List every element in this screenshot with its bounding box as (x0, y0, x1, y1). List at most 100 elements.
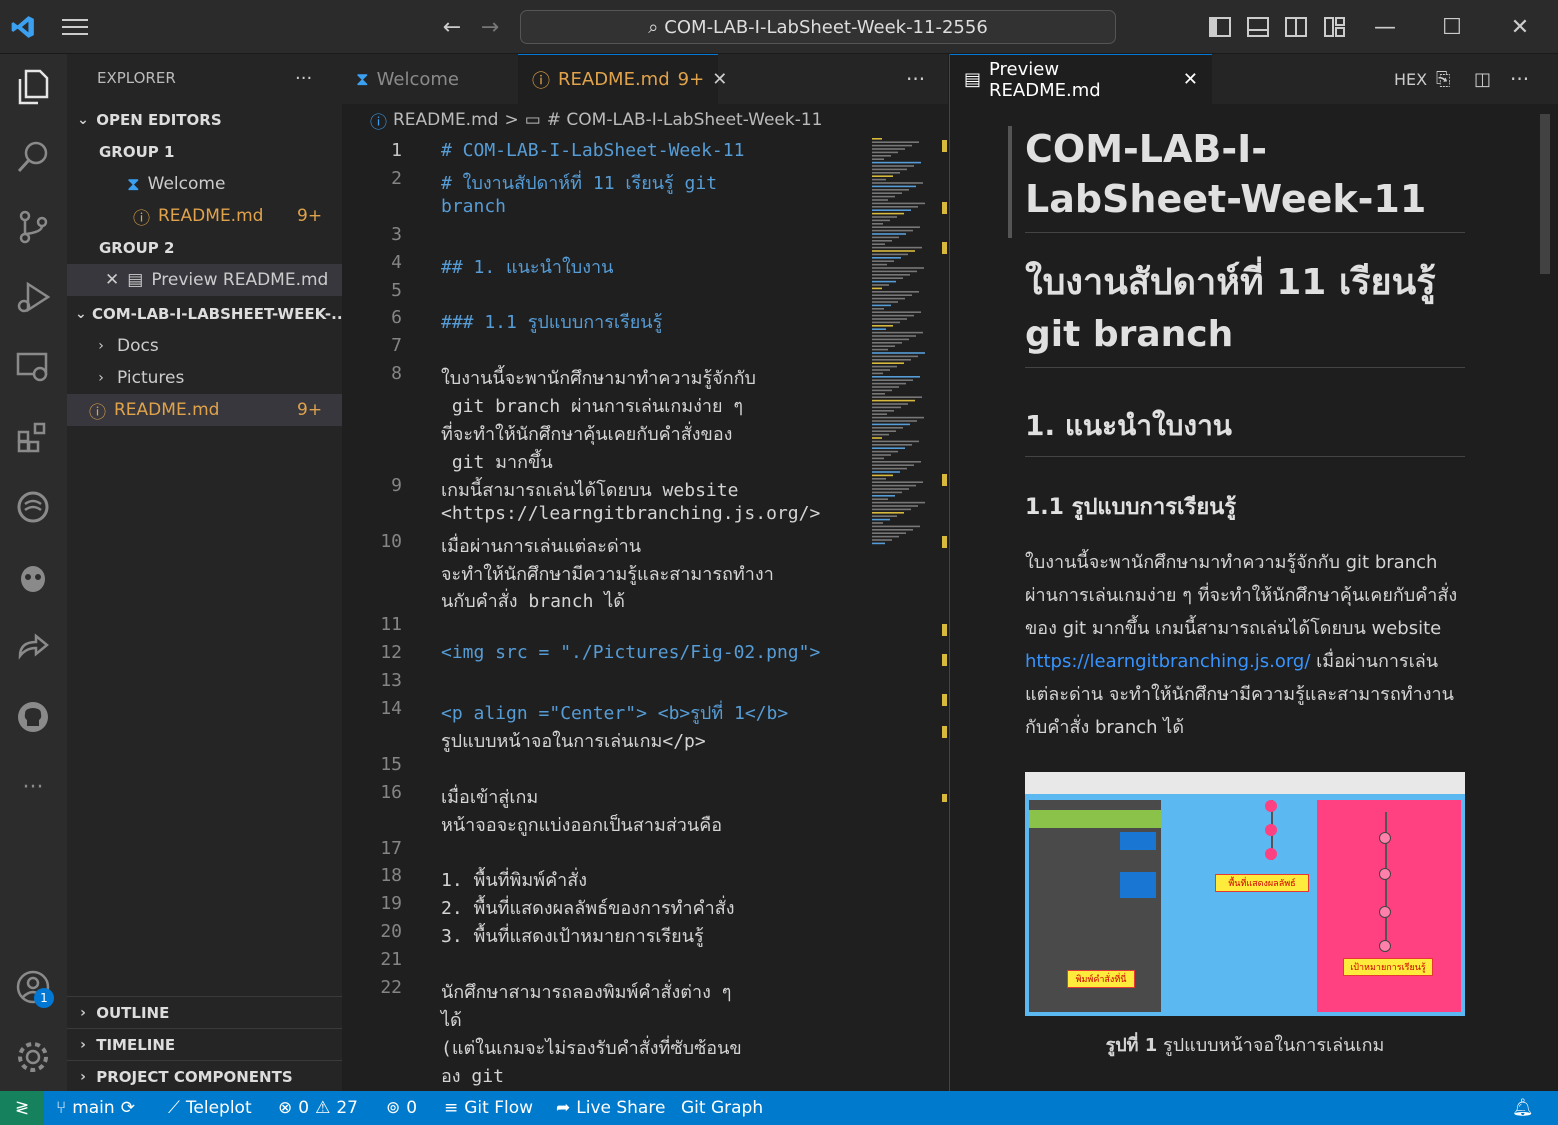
tab-preview[interactable]: ▤ Preview README.md ✕ (950, 54, 1212, 104)
explorer-icon[interactable] (10, 64, 56, 110)
code-line[interactable]: 1. พื้นที่พิมพ์คำสั่ง (441, 865, 587, 894)
toggle-sidebar-icon[interactable] (1205, 12, 1235, 42)
search-icon[interactable] (10, 134, 56, 180)
menu-icon[interactable] (60, 12, 90, 42)
code-line[interactable]: <p align ="Center"> <b>รูปที่ 1</b> (441, 698, 788, 727)
teleplot-item[interactable]: ⟋ Teleplot (168, 1091, 252, 1125)
forward-arrow-icon[interactable]: → (475, 12, 505, 42)
code-line[interactable]: เมื่อเข้าสู่เกม (441, 782, 538, 811)
code-line[interactable]: นกับคำสั่ง branch ได้ (441, 586, 625, 615)
toggle-secondary-sidebar-icon[interactable] (1281, 12, 1311, 42)
tab-welcome[interactable]: ⧗ Welcome (342, 54, 517, 104)
open-editor-welcome[interactable]: ⧗ Welcome (67, 168, 342, 200)
file-readme[interactable]: ⓘ README.md 9+ (67, 394, 342, 426)
timeline-panel[interactable]: › TIMELINE (67, 1028, 342, 1060)
outline-panel[interactable]: › OUTLINE (67, 996, 342, 1028)
code-line[interactable]: git branch ผ่านการเล่นเกมง่าย ๆ (441, 391, 743, 420)
code-line[interactable]: <img src = "./Pictures/Fig-02.png"> (441, 642, 820, 663)
customize-layout-icon[interactable] (1320, 12, 1350, 42)
preview-more-icon[interactable]: ··· (1496, 54, 1543, 104)
minimap-line (872, 501, 925, 504)
open-editor-preview[interactable]: ✕ ▤ Preview README.md (67, 264, 342, 296)
folder-header[interactable]: ⌄ COM-LAB-I-LABSHEET-WEEK-... (67, 298, 348, 330)
more-views-icon[interactable]: ··· (10, 764, 56, 810)
remote-explorer-icon[interactable] (10, 344, 56, 390)
accounts-icon[interactable]: 1 (10, 964, 56, 1010)
minimap-line (872, 416, 924, 419)
scrollbar[interactable] (1540, 114, 1550, 274)
code-line[interactable]: หน้าจอจะถูกแบ่งออกเป็นสามส่วนคือ (441, 810, 722, 839)
toggle-panel-icon[interactable] (1243, 12, 1273, 42)
code-line[interactable]: ## 1. แนะนำใบงาน (441, 252, 613, 281)
notifications-bell-icon[interactable]: 🔔︎ (1512, 1091, 1534, 1125)
chevron-right-icon: › (80, 1068, 86, 1085)
line-number: 11 (380, 614, 402, 636)
code-line[interactable]: # ใบงานสัปดาห์ที่ 11 เรียนรู้ git (441, 168, 717, 197)
project-components-panel[interactable]: › PROJECT COMPONENTS (67, 1060, 342, 1092)
open-editor-readme[interactable]: ⓘ README.md 9+ (67, 200, 342, 232)
minimize-icon[interactable]: — (1370, 12, 1400, 42)
command-center[interactable]: ⌕ COM-LAB-I-LabSheet-Week-11-2556 (520, 10, 1116, 44)
close-icon[interactable]: ✕ (1183, 69, 1198, 90)
code-line[interactable]: 2. พื้นที่แสดงผลลัพธ์ของการทำคำสั่ง (441, 893, 735, 922)
editor-more-icon[interactable]: ··· (892, 54, 939, 104)
ports-indicator[interactable]: ⊚ 0 (386, 1091, 417, 1125)
code-line[interactable]: <https://learngitbranching.js.org/> (441, 503, 820, 524)
sync-icon[interactable]: ⟳ (121, 1098, 135, 1118)
minimap-line (872, 175, 893, 177)
explorer-title-text: EXPLORER (97, 69, 176, 87)
code-line[interactable]: ที่จะทำให้นักศึกษาคุ้นเคยกับคำสั่งของ (441, 419, 732, 448)
goal-node (1379, 832, 1391, 844)
group2-label: GROUP 2 (99, 239, 175, 257)
code-line[interactable]: เมื่อผ่านการเล่นแต่ละด่าน (441, 531, 641, 560)
breadcrumb-symbol[interactable]: # COM-LAB-I-LabSheet-Week-11 (547, 110, 823, 130)
folder-pictures[interactable]: › Pictures (67, 362, 342, 394)
code-line[interactable]: 3. พื้นที่แสดงเป้าหมายการเรียนรู้ (441, 921, 704, 950)
gitflow-item[interactable]: ≡ Git Flow (444, 1091, 533, 1125)
code-line[interactable]: ### 1.1 รูปแบบการเรียนรู้ (441, 307, 662, 336)
code-line[interactable]: # COM-LAB-I-LabSheet-Week-11 (441, 140, 744, 161)
gitgraph-item[interactable]: Git Graph (681, 1091, 763, 1125)
back-arrow-icon[interactable]: ← (437, 12, 467, 42)
open-editors-header[interactable]: ⌄ OPEN EDITORS (67, 104, 342, 136)
run-debug-icon[interactable] (10, 274, 56, 320)
extensions-icon[interactable] (10, 414, 56, 460)
close-icon[interactable]: ✕ (712, 69, 727, 90)
code-line[interactable]: จะทำให้นักศึกษามีความรู้และสามารถทำงา (441, 559, 774, 588)
source-control-icon[interactable] (10, 204, 56, 250)
teleplot-label: Teleplot (185, 1098, 252, 1118)
code-line[interactable]: อง git (441, 1061, 504, 1090)
minimap-line (872, 325, 893, 327)
preview-link[interactable]: https://learngitbranching.js.org/ (1025, 651, 1310, 672)
remote-indicator[interactable]: ≷ (0, 1091, 44, 1125)
code-line[interactable]: ใบงานนี้จะพานักศึกษามาทำความรู้จักกับ (441, 363, 756, 392)
explorer-more-icon[interactable]: ··· (295, 62, 325, 94)
tab-readme[interactable]: ⓘ README.md 9+ ✕ (518, 54, 727, 104)
code-line[interactable]: git มากขึ้น (441, 447, 553, 476)
live-share-icon[interactable] (10, 624, 56, 670)
branch-indicator[interactable]: ⑂ main ⟳ (56, 1091, 135, 1125)
code-line[interactable]: รูปแบบหน้าจอในการเล่นเกม</p> (441, 726, 706, 755)
settings-gear-icon[interactable] (10, 1034, 56, 1080)
close-icon[interactable]: ✕ (105, 270, 119, 290)
wifi-broadcast-icon[interactable] (10, 484, 56, 530)
overview-ruler-mark (942, 536, 947, 548)
line-number: 20 (380, 921, 402, 943)
github-icon[interactable] (10, 694, 56, 740)
open-source-icon[interactable]: ⎘ (1422, 54, 1464, 104)
close-window-icon[interactable]: ✕ (1505, 12, 1535, 42)
minimap[interactable] (870, 136, 928, 566)
platformio-alien-icon[interactable] (10, 554, 56, 600)
breadcrumb-file[interactable]: README.md (393, 110, 498, 130)
code-line[interactable]: นักศึกษาสามารถลองพิมพ์คำสั่งต่าง ๆ (441, 977, 731, 1006)
code-line[interactable]: ได้ (441, 1005, 462, 1034)
liveshare-item[interactable]: ➦ Live Share (556, 1091, 665, 1125)
code-line[interactable]: branch (441, 196, 506, 217)
maximize-icon[interactable]: ☐ (1437, 12, 1467, 42)
code-line[interactable]: (แต่ในเกมจะไม่รองรับคำสั่งที่ซับซ้อนข (441, 1033, 742, 1062)
problems-indicator[interactable]: ⊗ 0 ⚠ 27 (278, 1091, 358, 1125)
minimap-line (872, 379, 913, 381)
folder-docs[interactable]: › Docs (67, 330, 342, 362)
code-line[interactable]: เกมนี้สามารถเล่นได้โดยบน website (441, 475, 738, 504)
code-area[interactable]: 1 # COM-LAB-I-LabSheet-Week-11 2 # ใบงานสัป… (342, 136, 862, 1091)
